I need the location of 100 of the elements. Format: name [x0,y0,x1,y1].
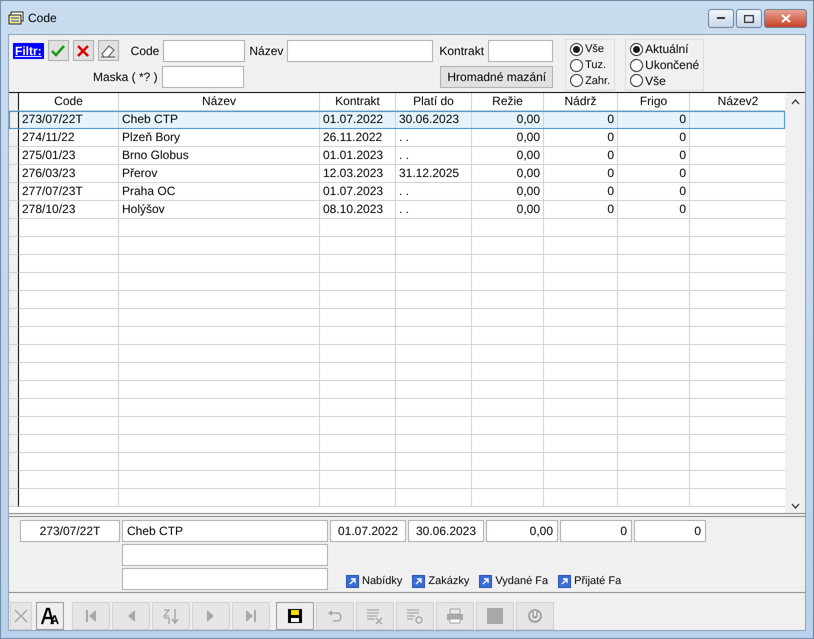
text-field[interactable] [122,568,328,590]
valid-to-field[interactable]: 30.06.2023 [408,520,484,542]
column-header[interactable]: Code [19,93,119,111]
column-header[interactable]: Název2 [690,93,785,111]
table-cell: Cheb CTP [119,111,320,129]
row-indicator[interactable] [9,165,19,183]
table-cell: Praha OC [119,183,320,201]
shortcut-icon [412,574,426,588]
table-row[interactable]: 274/11/22 Plzeň Bory 26.11.2022 . . 0,00 0 0 [9,129,785,147]
table-cell [472,453,544,471]
table-cell: 0 [618,129,690,147]
sort-icon [162,607,180,625]
bulk-delete-button[interactable]: Hromadné mazání [440,66,554,88]
row-indicator[interactable] [9,129,19,147]
previous-icon [126,609,136,623]
maximize-button[interactable] [736,9,762,28]
radio-option[interactable]: Vše [630,73,700,88]
link[interactable]: Zakázky [412,574,470,588]
table-row[interactable]: 277/07/23T Praha OC 01.07.2023 . . 0,00 0 0 [9,183,785,201]
table-cell: 0 [544,147,618,165]
overhead-field[interactable]: 0,00 [486,520,558,542]
table-cell: 0 [618,201,690,219]
table-cell [472,399,544,417]
table-cell [472,471,544,489]
close-button[interactable] [764,9,807,28]
link[interactable]: Nabídky [346,574,402,588]
table-row[interactable]: 275/01/23 Brno Globus 01.01.2023 . . 0,00 0 0 [9,147,785,165]
scroll-up-icon[interactable] [790,99,800,105]
table-cell: 12.03.2023 [320,165,396,183]
mask-field[interactable] [162,66,244,88]
contract-field[interactable] [488,40,554,62]
table-cell [618,255,690,273]
link[interactable]: Přijaté Fa [558,574,622,588]
stop-icon [486,607,504,625]
table-cell [472,435,544,453]
link[interactable]: Vydané Fa [479,574,548,588]
table-cell: 0,00 [472,165,544,183]
column-header[interactable]: Nádrž [544,93,618,111]
table-cell: 0,00 [472,147,544,165]
radio-option[interactable]: Aktuální [630,42,700,57]
power-icon [527,608,543,624]
radio-button[interactable] [630,42,644,56]
code-field[interactable]: 273/07/22T [20,520,120,542]
table-cell [618,489,690,507]
last-icon [244,609,258,623]
font-icon [40,607,60,625]
row-indicator[interactable] [9,183,19,201]
row-indicator[interactable] [9,201,19,219]
text-field[interactable] [122,544,328,566]
minimize-icon [717,17,725,20]
row-indicator[interactable] [9,147,19,165]
field-label: Název [249,44,284,58]
radio-option[interactable]: Vše [570,42,610,57]
fridge-field[interactable]: 0 [634,520,706,542]
column-header[interactable]: Kontrakt [320,93,396,111]
column-header[interactable]: Platí do [396,93,472,111]
radio-option[interactable]: Zahr. [570,73,610,88]
table-cell [618,453,690,471]
minimize-button[interactable] [708,9,734,28]
clear-button[interactable] [98,40,119,61]
table-row[interactable]: 273/07/22T Cheb CTP 01.07.2022 30.06.2023 0,00 0 0 [9,111,785,129]
table-cell: 0 [544,111,618,129]
scroll-down-icon[interactable] [790,503,800,509]
radio-button[interactable] [570,58,584,72]
radio-option[interactable]: Tuz. [570,58,610,72]
table-cell [618,435,690,453]
tank-field[interactable]: 0 [560,520,632,542]
table-cell: . . [396,201,472,219]
radio-button[interactable] [630,74,644,88]
column-header[interactable]: Režie [472,93,544,111]
table-cell [472,237,544,255]
table-cell: 0,00 [472,129,544,147]
table-cell [618,363,690,381]
table-cell: 0,00 [472,111,544,129]
cancel-button[interactable] [72,40,94,61]
column-header[interactable]: Název [119,93,320,111]
table-cell: . . [396,147,472,165]
column-header[interactable]: Frigo [618,93,690,111]
radio-button[interactable] [570,42,584,56]
table-cell: 26.11.2022 [320,129,396,147]
font-button[interactable] [36,602,64,630]
table-row[interactable]: 276/03/23 Přerov 12.03.2023 31.12.2025 0,00 0 0 [9,165,785,183]
code-field[interactable] [163,40,246,62]
radio-option[interactable]: Ukončené [630,58,700,72]
name-field[interactable] [287,40,434,62]
table-cell: Holýšov [119,201,320,219]
save-button[interactable] [276,602,314,630]
apply-button[interactable] [48,40,69,61]
first-icon [84,609,98,623]
table-cell [472,309,544,327]
contract-field[interactable]: 01.07.2022 [330,520,406,542]
table-cell [472,219,544,237]
table-row[interactable]: 278/10/23 Holýšov 08.10.2023 . . 0,00 0 0 [9,201,785,219]
table-cell [472,417,544,435]
radio-button[interactable] [570,74,584,88]
radio-button[interactable] [630,58,644,72]
name-field[interactable]: Cheb CTP [122,520,328,542]
table-cell: 0 [544,183,618,201]
row-indicator[interactable] [9,111,19,129]
table-cell [472,327,544,345]
